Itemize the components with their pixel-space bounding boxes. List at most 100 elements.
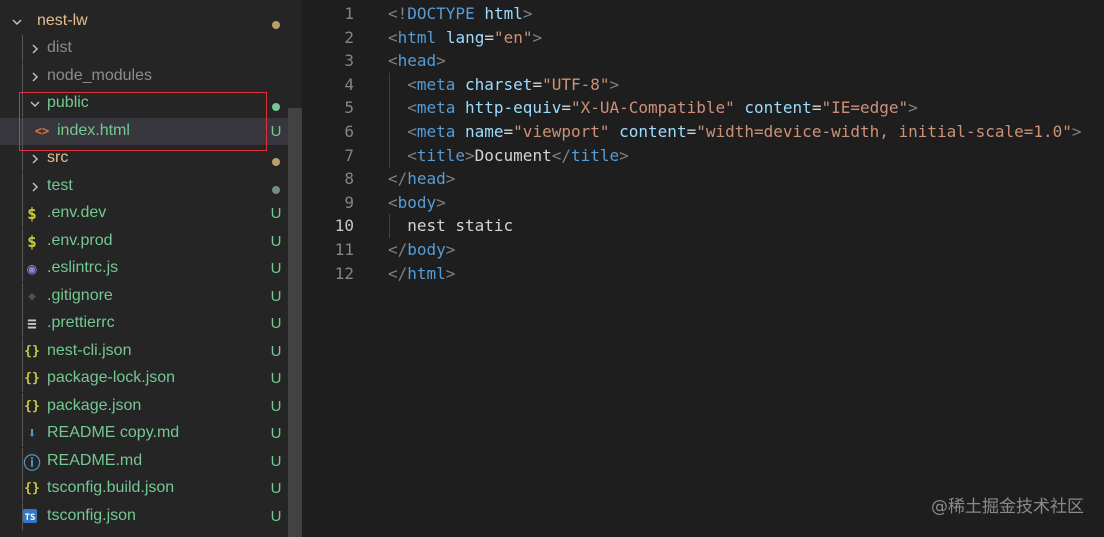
code-line[interactable]: 11 </body> [302,238,1104,262]
code-token: = [561,98,571,118]
code-token: title [570,145,620,165]
tree-item-label: nest-cli.json [47,342,132,359]
json-braces-icon: {} [24,480,40,496]
code-token: < [407,74,417,94]
code-line[interactable]: 10 nest static [302,214,1104,239]
code-line[interactable]: 1 <!DOCTYPE html> [302,2,1104,26]
code-line[interactable]: 6 <meta name="viewport" content="width=de… [302,120,1104,144]
code-token: DOCTYPE [407,4,475,23]
tree-item[interactable]: TS tsconfig.json U [0,503,288,530]
indent-guide [389,72,390,97]
eslint-icon: ◉ [27,258,37,278]
code-text: <!DOCTYPE html> [388,2,533,26]
code-line[interactable]: 3 <head> [302,49,1104,73]
tree-item[interactable]: nest-lw [0,8,288,35]
code-token: > [436,192,446,212]
tree-item[interactable]: ◆ .gitignore U [0,283,288,310]
code-text: <meta http-equiv="X-UA-Compatible" conte… [407,96,918,120]
code-line[interactable]: 5 <meta http-equiv="X-UA-Compatible" cont… [302,96,1104,121]
chevron-down-icon[interactable] [10,15,24,29]
modified-dot-icon [266,181,286,198]
code-line[interactable]: 9 <body> [302,191,1104,215]
chevron-right-icon[interactable] [28,180,42,194]
git-status-badge: U [270,453,282,470]
chevron-right-icon[interactable] [28,42,42,56]
code-text: <title>Document</title> [407,144,629,168]
code-token: "UTF-8" [542,74,610,94]
line-number: 3 [344,51,354,71]
tree-item-label: .prettierrc [47,314,115,331]
chevron-right-icon[interactable] [28,152,42,166]
tree-item[interactable]: ≡ .prettierrc U [0,310,288,337]
explorer-scrollbar[interactable] [288,108,302,537]
code-token: > [532,27,543,47]
tree-item-label: .eslintrc.js [47,259,119,276]
indent-guide [389,120,390,144]
line-number: 8 [344,169,354,189]
tree-item-label: package.json [47,397,142,414]
tree-item[interactable]: src [0,145,288,172]
tree-item[interactable]: {} package.json U [0,393,288,420]
code-editor[interactable]: 1 <!DOCTYPE html> 2 <html lang="en"> 3 <head>… [302,0,1104,537]
tree-item[interactable]: {} package-lock.json U [0,365,288,392]
code-token: </ [388,240,408,259]
dollar-env-icon: $ [27,231,37,251]
code-token: "X-UA-Compatible" [570,98,735,118]
git-status-badge: U [270,288,282,305]
chevron-down-icon[interactable] [28,97,42,111]
json-braces-icon: {} [24,343,40,359]
tree-item-label: tsconfig.json [47,507,136,524]
git-status-badge: U [270,508,282,525]
code-token: "viewport" [513,122,610,141]
tree-item[interactable]: $ .env.prod U [0,228,288,255]
line-number: 2 [344,27,354,47]
code-token: > [1071,122,1082,141]
tree-item[interactable]: dist [0,35,288,62]
tree-item-label: README.md [47,452,143,469]
tree-item[interactable]: node_modules [0,63,288,90]
code-token: = [811,98,822,118]
tree-item[interactable]: {} nest-cli.json U [0,338,288,365]
tree-item[interactable]: {} tsconfig.build.json U [0,475,288,502]
code-token: body [407,240,446,259]
indent-guide [22,35,23,62]
code-text: <head> [388,49,446,73]
code-line[interactable]: 8 </head> [302,167,1104,191]
code-token: head [397,51,437,71]
code-token: content [619,122,687,141]
code-token: meta [416,122,456,141]
git-status-badge: U [270,233,282,250]
chevron-right-icon[interactable] [28,70,42,84]
code-token: < [388,51,398,71]
code-token: > [436,51,446,71]
code-line[interactable]: 12 </html> [302,262,1104,286]
code-line[interactable]: 2 <html lang="en"> [302,26,1104,50]
code-token: > [445,263,456,283]
git-status-badge: U [270,480,282,497]
tree-item[interactable]: ◉ .eslintrc.js U [0,255,288,282]
code-line[interactable]: 7 <title>Document</title> [302,143,1104,168]
watermark: @稀土掘金技术社区 [931,497,1084,517]
git-icon: ◆ [28,288,36,304]
tree-item[interactable]: ⓘ README.md U [0,448,288,475]
tree-item[interactable]: ⬇ README copy.md U [0,420,288,447]
code-line[interactable]: 4 <meta charset="UTF-8"> [302,72,1104,97]
tree-item[interactable]: $ .env.dev U [0,200,288,227]
code-token: name [465,122,504,141]
code-text: </body> [388,238,455,262]
tree-item-label: index.html [57,122,130,139]
file-explorer: nest-lw dist node_modules public <> index.htm… [0,0,302,537]
code-text: <html lang="en"> [388,26,542,50]
tree-item[interactable]: <> index.html U [0,118,288,145]
code-token: < [388,27,398,47]
code-token: meta [416,98,456,118]
code-token: > [465,145,475,165]
tree-item[interactable]: test [0,173,288,200]
code-token: body [397,192,437,212]
json-braces-icon: {} [24,398,40,414]
tree-item-label: tsconfig.build.json [47,479,175,496]
tree-item[interactable]: public [0,90,288,117]
